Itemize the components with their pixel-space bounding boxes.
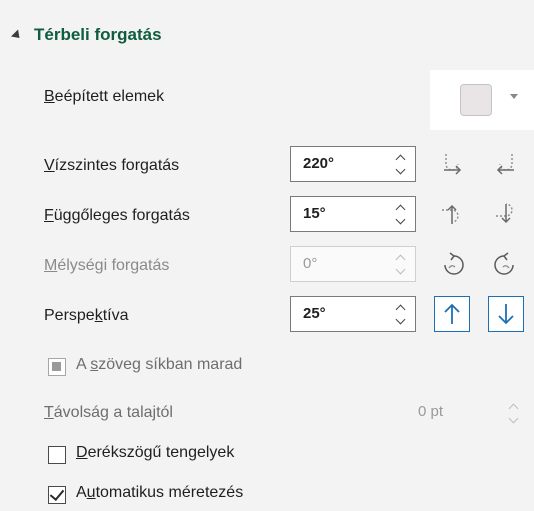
x-rotation-label: Vízszintes forgatás — [44, 157, 180, 174]
perspective-spinner[interactable]: 25° — [290, 296, 416, 332]
spinner-arrows[interactable] — [395, 301, 407, 327]
autoscale-label: Automatikus méretezés — [76, 484, 244, 501]
right-angle-axes-checkbox[interactable] — [48, 446, 66, 464]
perspective-narrow-icon — [444, 303, 460, 324]
perspective-narrow-button[interactable] — [434, 296, 470, 332]
spin-up-icon[interactable] — [395, 254, 406, 265]
z-rotation-label: Mélységi forgatás — [44, 257, 170, 274]
right-angle-axes-label: Derékszögű tengelyek — [76, 444, 235, 461]
section-title: Térbeli forgatás — [34, 25, 162, 44]
y-rotation-label: Függőleges forgatás — [44, 207, 190, 224]
y-rotation-spinner[interactable]: 15° — [290, 196, 416, 232]
rotate-left-icon — [444, 154, 462, 175]
checkmark-icon — [49, 485, 65, 502]
rotate-up-icon — [442, 204, 459, 224]
rotate-up-button[interactable] — [434, 196, 470, 232]
collapse-triangle-icon — [10, 28, 24, 42]
spin-up-icon[interactable] — [395, 204, 406, 215]
presets-label: Beépített elemek — [44, 88, 165, 105]
rotate-down-button[interactable] — [488, 196, 524, 232]
spin-down-icon[interactable] — [395, 264, 406, 275]
keep-text-flat-checkbox[interactable] — [48, 358, 66, 376]
preset-swatch — [460, 84, 492, 116]
spin-down-icon[interactable] — [395, 214, 406, 225]
spin-down-icon[interactable] — [508, 413, 519, 424]
spinner-arrows[interactable] — [395, 251, 407, 277]
rotate-down-icon — [496, 203, 513, 224]
autoscale-checkbox[interactable] — [48, 485, 66, 504]
rotate-right-button[interactable] — [488, 146, 524, 182]
keep-text-flat-label: A szöveg síkban marad — [76, 356, 243, 373]
rotate-ccw-icon — [444, 252, 464, 275]
section-header-3d-rotation[interactable]: Térbeli forgatás — [10, 22, 162, 48]
spinner-arrows[interactable] — [395, 151, 407, 177]
z-rotation-spinner[interactable]: 0° — [290, 246, 416, 282]
perspective-widen-icon — [498, 304, 514, 325]
rotate-left-button[interactable] — [434, 146, 470, 182]
rotate-right-icon — [496, 154, 514, 175]
perspective-label: Perspektíva — [44, 307, 129, 324]
distance-spinner[interactable]: 0 pt — [414, 396, 528, 430]
spinner-arrows[interactable] — [395, 201, 407, 227]
x-rotation-spinner[interactable]: 220° — [290, 146, 416, 182]
rotate-cw-button[interactable] — [488, 246, 524, 282]
distance-label: Távolság a talajtól — [44, 404, 173, 421]
spinner-arrows[interactable] — [508, 400, 520, 426]
rotate-ccw-button[interactable] — [434, 246, 470, 282]
spin-up-icon[interactable] — [508, 403, 519, 414]
spin-up-icon[interactable] — [395, 304, 406, 315]
spin-down-icon[interactable] — [395, 314, 406, 325]
rotate-cw-icon — [494, 252, 514, 275]
spin-up-icon[interactable] — [395, 154, 406, 165]
perspective-widen-button[interactable] — [488, 296, 524, 332]
spin-down-icon[interactable] — [395, 164, 406, 175]
presets-gallery-button[interactable] — [430, 70, 534, 130]
chevron-down-icon — [510, 94, 518, 99]
